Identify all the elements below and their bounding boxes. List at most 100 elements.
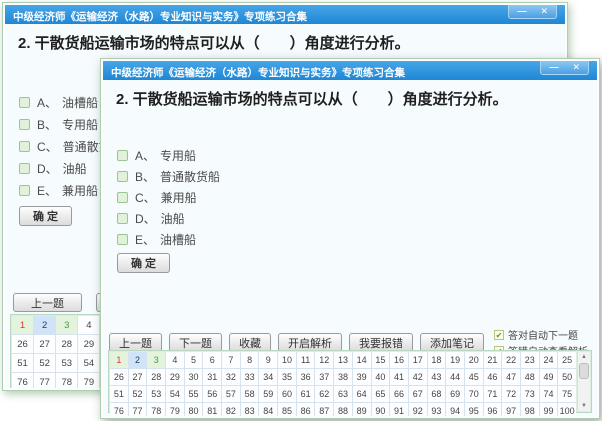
- question-number-cell[interactable]: 84: [259, 403, 277, 416]
- option-checkbox[interactable]: [19, 163, 30, 174]
- scrollbar[interactable]: ▲ ▼: [577, 352, 590, 411]
- question-number-cell[interactable]: 56: [203, 386, 221, 402]
- question-number-cell[interactable]: 81: [203, 403, 221, 416]
- checked-checkbox-icon[interactable]: ✔: [494, 330, 504, 340]
- question-number-cell[interactable]: 8: [241, 352, 259, 368]
- question-number-cell[interactable]: 23: [521, 352, 539, 368]
- question-number-cell[interactable]: 15: [372, 352, 390, 368]
- close-icon[interactable]: ✕: [540, 7, 548, 16]
- question-number-cell[interactable]: 28: [147, 369, 165, 385]
- option-checkbox[interactable]: [19, 185, 30, 196]
- question-number-cell[interactable]: 53: [147, 386, 165, 402]
- question-number-cell[interactable]: 79: [166, 403, 184, 416]
- question-number-cell[interactable]: 62: [315, 386, 333, 402]
- question-number-cell[interactable]: 53: [56, 354, 77, 372]
- question-number-cell[interactable]: 98: [521, 403, 539, 416]
- question-number-cell[interactable]: 1: [110, 352, 128, 368]
- confirm-button[interactable]: 确 定: [19, 206, 72, 226]
- question-number-cell[interactable]: 7: [222, 352, 240, 368]
- question-number-cell[interactable]: 11: [297, 352, 315, 368]
- question-number-cell[interactable]: 99: [540, 403, 558, 416]
- question-number-cell[interactable]: 69: [446, 386, 464, 402]
- question-number-cell[interactable]: 86: [297, 403, 315, 416]
- question-number-cell[interactable]: 79: [78, 373, 99, 388]
- option-row[interactable]: E、 油槽船: [117, 229, 220, 250]
- question-number-cell[interactable]: 76: [110, 403, 128, 416]
- option-checkbox[interactable]: [117, 213, 128, 224]
- minimize-icon[interactable]: —: [517, 7, 526, 16]
- question-number-cell[interactable]: 78: [147, 403, 165, 416]
- question-number-cell[interactable]: 1: [12, 316, 33, 334]
- option-checkbox[interactable]: [117, 234, 128, 245]
- option-row[interactable]: B、 普通散货船: [117, 166, 220, 187]
- question-number-cell[interactable]: 44: [446, 369, 464, 385]
- question-number-cell[interactable]: 58: [241, 386, 259, 402]
- question-number-cell[interactable]: 18: [428, 352, 446, 368]
- question-number-cell[interactable]: 12: [315, 352, 333, 368]
- question-number-cell[interactable]: 100: [558, 403, 576, 416]
- question-number-cell[interactable]: 71: [484, 386, 502, 402]
- confirm-button[interactable]: 确 定: [117, 253, 170, 273]
- question-number-cell[interactable]: 10: [278, 352, 296, 368]
- question-number-cell[interactable]: 95: [465, 403, 483, 416]
- question-number-cell[interactable]: 30: [185, 369, 203, 385]
- question-number-cell[interactable]: 80: [185, 403, 203, 416]
- question-number-cell[interactable]: 29: [166, 369, 184, 385]
- question-number-cell[interactable]: 52: [129, 386, 147, 402]
- question-number-cell[interactable]: 83: [241, 403, 259, 416]
- question-number-cell[interactable]: 63: [334, 386, 352, 402]
- question-number-cell[interactable]: 85: [278, 403, 296, 416]
- question-number-cell[interactable]: 29: [78, 335, 99, 353]
- question-number-cell[interactable]: 2: [34, 316, 55, 334]
- question-number-cell[interactable]: 16: [390, 352, 408, 368]
- question-number-cell[interactable]: 38: [334, 369, 352, 385]
- option-checkbox[interactable]: [117, 150, 128, 161]
- question-number-cell[interactable]: 75: [558, 386, 576, 402]
- question-number-cell[interactable]: 13: [334, 352, 352, 368]
- question-number-cell[interactable]: 64: [353, 386, 371, 402]
- question-number-cell[interactable]: 48: [521, 369, 539, 385]
- question-number-cell[interactable]: 31: [203, 369, 221, 385]
- question-number-cell[interactable]: 76: [12, 373, 33, 388]
- question-number-cell[interactable]: 89: [353, 403, 371, 416]
- question-number-cell[interactable]: 66: [390, 386, 408, 402]
- question-number-cell[interactable]: 26: [110, 369, 128, 385]
- question-number-cell[interactable]: 96: [484, 403, 502, 416]
- question-number-cell[interactable]: 6: [203, 352, 221, 368]
- question-number-cell[interactable]: 54: [78, 354, 99, 372]
- option-row[interactable]: D、 油船: [117, 208, 220, 229]
- question-number-cell[interactable]: 42: [409, 369, 427, 385]
- question-number-cell[interactable]: 4: [166, 352, 184, 368]
- question-number-cell[interactable]: 39: [353, 369, 371, 385]
- option-checkbox[interactable]: [117, 171, 128, 182]
- question-number-cell[interactable]: 22: [502, 352, 520, 368]
- question-number-cell[interactable]: 4: [78, 316, 99, 334]
- question-number-cell[interactable]: 47: [502, 369, 520, 385]
- question-number-cell[interactable]: 25: [558, 352, 576, 368]
- auto-next-setting[interactable]: ✔ 答对自动下一题: [494, 327, 597, 342]
- question-number-cell[interactable]: 3: [56, 316, 77, 334]
- option-checkbox[interactable]: [117, 192, 128, 203]
- option-row[interactable]: C、 兼用船: [117, 187, 220, 208]
- question-number-cell[interactable]: 70: [465, 386, 483, 402]
- question-number-cell[interactable]: 94: [446, 403, 464, 416]
- close-icon[interactable]: ✕: [572, 63, 580, 72]
- question-number-cell[interactable]: 88: [334, 403, 352, 416]
- question-number-cell[interactable]: 91: [390, 403, 408, 416]
- question-number-cell[interactable]: 14: [353, 352, 371, 368]
- question-number-cell[interactable]: 90: [372, 403, 390, 416]
- question-number-cell[interactable]: 87: [315, 403, 333, 416]
- question-number-cell[interactable]: 77: [34, 373, 55, 388]
- question-number-cell[interactable]: 35: [278, 369, 296, 385]
- question-number-cell[interactable]: 19: [446, 352, 464, 368]
- question-number-cell[interactable]: 5: [185, 352, 203, 368]
- question-number-cell[interactable]: 45: [465, 369, 483, 385]
- question-number-cell[interactable]: 41: [390, 369, 408, 385]
- question-number-cell[interactable]: 51: [110, 386, 128, 402]
- front-titlebar[interactable]: 中级经济师《运输经济（水路）专业知识与实务》专项练习合集 — ✕: [103, 61, 597, 80]
- question-number-cell[interactable]: 40: [372, 369, 390, 385]
- question-number-cell[interactable]: 17: [409, 352, 427, 368]
- question-number-cell[interactable]: 9: [259, 352, 277, 368]
- option-checkbox[interactable]: [19, 141, 30, 152]
- question-number-cell[interactable]: 92: [409, 403, 427, 416]
